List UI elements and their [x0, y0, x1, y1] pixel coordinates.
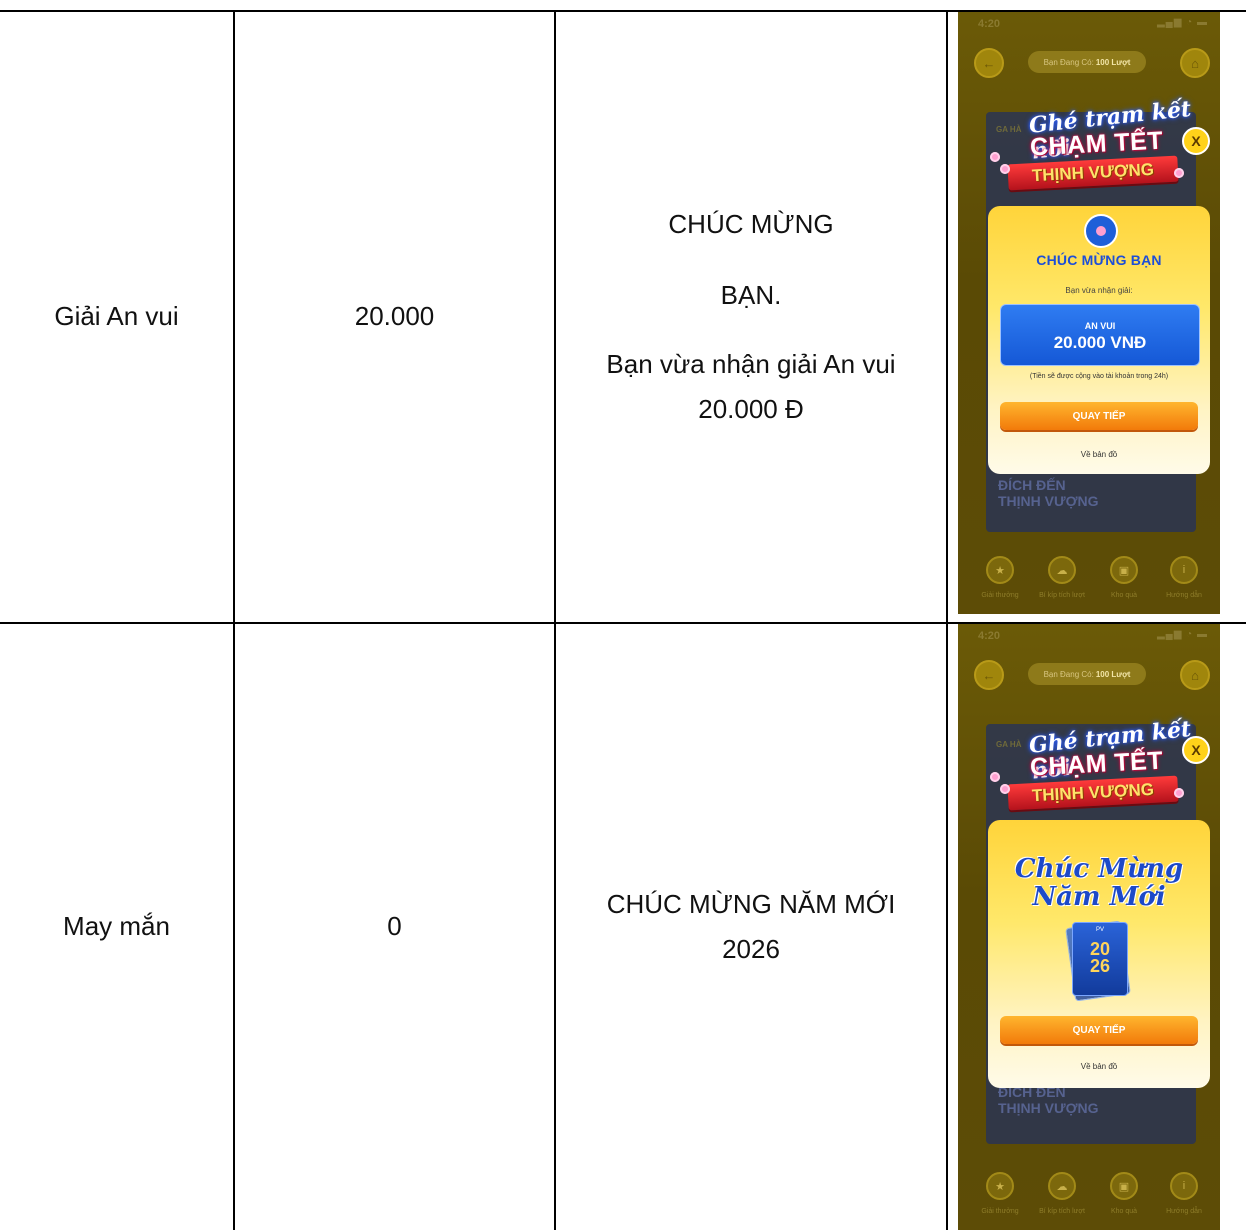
back-to-map-link[interactable]: Về bản đồ [988, 450, 1210, 459]
prize-modal: CHÚC MỪNG BẠN Bạn vừa nhận giải: AN VUI … [988, 206, 1210, 474]
blossom-icon [990, 772, 1000, 782]
turns-counter: Bạn Đang Có: 100 Lượt [1028, 51, 1146, 73]
amount-cell: 20.000 [235, 12, 554, 622]
nav-item-prizes[interactable]: ★ Giải thưởng [970, 1172, 1030, 1215]
back-to-map-link[interactable]: Về bản đồ [988, 1062, 1210, 1071]
nav-item-prizes[interactable]: ★ Giải thưởng [970, 556, 1030, 599]
bottom-nav: ★ Giải thưởng ☁ Bí kíp tích lượt ▣ Kho quà … [958, 552, 1220, 614]
nav-item-gifts[interactable]: ▣ Kho quà [1094, 556, 1154, 599]
message-line: CHÚC MỪNG NĂM MỚI [606, 888, 896, 919]
blossom-icon [990, 152, 1000, 162]
blossom-icon [1174, 788, 1184, 798]
calendar-image: PV 20 26 [1072, 922, 1128, 996]
cloud-icon: ☁ [1048, 1172, 1076, 1200]
status-bar: 4:20 ▂▄▆ ◔ ▬ [958, 624, 1220, 646]
prize-name-cell: May mắn [0, 624, 233, 1230]
home-icon[interactable]: ⌂ [1180, 48, 1210, 78]
message-cell: CHÚC MỪNG BẠN. Bạn vừa nhận giải An vui … [556, 12, 946, 622]
message-cell: CHÚC MỪNG NĂM MỚI 2026 [556, 624, 946, 1230]
phone-screenshot-prize: 4:20 ▂▄▆ ◔ ▬ ← Bạn Đang Có: 100 Lượt ⌂ G… [958, 12, 1220, 614]
blossom-icon [1000, 784, 1010, 794]
nav-item-guide[interactable]: i Hướng dẫn [1154, 1172, 1214, 1215]
spin-again-button[interactable]: QUAY TIẾP [1000, 402, 1198, 430]
nav-label: Kho quà [1110, 1208, 1138, 1215]
turns-value: 100 Lượt [1095, 57, 1131, 67]
message-line: 20.000 Đ [698, 394, 804, 425]
nav-label: Bí kíp tích lượt [1039, 592, 1085, 599]
prize-note: (Tiền sẽ được cộng vào tài khoản trong 2… [1029, 373, 1169, 380]
nav-label: Kho quà [1110, 592, 1138, 599]
prize-amount: 20.000 [354, 301, 435, 332]
modal-subtitle: Bạn vừa nhận giải: [1065, 286, 1133, 295]
info-icon: i [1170, 1172, 1198, 1200]
greeting-modal: Chúc Mừng Năm Mới PV 20 26 QUAY TIẾP Về … [988, 820, 1210, 1088]
top-bar: ← Bạn Đang Có: 100 Lượt ⌂ [958, 660, 1220, 692]
top-bar: ← Bạn Đang Có: 100 Lượt ⌂ [958, 48, 1220, 80]
message-line: BẠN. [720, 279, 782, 310]
close-button[interactable]: X [1182, 127, 1210, 155]
message-line: Bạn vừa nhận giải An vui [606, 349, 896, 379]
signal-icon: ▂▄▆ ◔ ▬ [1156, 629, 1208, 640]
nav-item-tips[interactable]: ☁ Bí kíp tích lượt [1032, 1172, 1092, 1215]
cloud-icon: ☁ [1048, 556, 1076, 584]
turns-prefix: Bạn Đang Có: [1043, 669, 1094, 679]
signal-icon: ▂▄▆ ◔ ▬ [1156, 17, 1208, 28]
nav-item-guide[interactable]: i Hướng dẫn [1154, 556, 1214, 599]
greeting-line: Chúc Mừng [1014, 854, 1184, 884]
calendar-year: 20 26 [1089, 939, 1111, 977]
event-banner: Ghé trạm kết nối CHẠM TẾT THỊNH VƯỢNG [978, 96, 1198, 200]
message-line: 2026 [722, 934, 780, 964]
phone-screenshot-lucky: 4:20 ▂▄▆ ◔ ▬ ← Bạn Đang Có: 100 Lượt ⌂ G… [958, 624, 1220, 1230]
spin-again-button[interactable]: QUAY TIẾP [1000, 1016, 1198, 1044]
nav-label: Hướng dẫn [1166, 592, 1202, 599]
event-banner: Ghé trạm kết nối CHẠM TẾT THỊNH VƯỢNG [978, 716, 1198, 820]
nav-label: Giải thưởng [981, 592, 1019, 599]
turns-prefix: Bạn Đang Có: [1043, 57, 1094, 67]
gift-icon: ▣ [1110, 556, 1138, 584]
nav-label: Giải thưởng [981, 1208, 1019, 1215]
gift-icon: ▣ [1110, 1172, 1138, 1200]
trophy-icon: ★ [986, 556, 1014, 584]
nav-label: Bí kíp tích lượt [1039, 1208, 1085, 1215]
prize-amount: 0 [387, 911, 402, 942]
turns-value: 100 Lượt [1095, 669, 1131, 679]
close-button[interactable]: X [1182, 736, 1210, 764]
greeting-line: Năm Mới [1032, 882, 1166, 912]
trophy-icon: ★ [986, 1172, 1014, 1200]
home-icon[interactable]: ⌂ [1180, 660, 1210, 690]
prize-label: AN VUI [1084, 321, 1116, 331]
info-icon: i [1170, 556, 1198, 584]
prize-box: AN VUI 20.000 VNĐ [1000, 304, 1200, 366]
nav-item-tips[interactable]: ☁ Bí kíp tích lượt [1032, 556, 1092, 599]
modal-title: CHÚC MỪNG BẠN [1036, 252, 1162, 268]
message-line: CHÚC MỪNG [668, 208, 834, 239]
back-icon[interactable]: ← [974, 48, 1004, 78]
turns-counter: Bạn Đang Có: 100 Lượt [1028, 663, 1146, 685]
col-divider [946, 10, 948, 1230]
status-time: 4:20 [978, 18, 1001, 30]
prize-value: 20.000 VNĐ [1053, 333, 1147, 352]
back-icon[interactable]: ← [974, 660, 1004, 690]
blossom-icon [1000, 164, 1010, 174]
background-heading: ĐÍCH ĐẾN THỊNH VƯỢNG [998, 477, 1099, 510]
amount-cell: 0 [235, 624, 554, 1230]
background-heading: ĐÍCH ĐẾN THỊNH VƯỢNG [998, 1084, 1099, 1117]
status-time: 4:20 [978, 630, 1001, 642]
nav-label: Hướng dẫn [1166, 1208, 1202, 1215]
blossom-avatar-icon [1084, 214, 1118, 248]
status-bar: 4:20 ▂▄▆ ◔ ▬ [958, 12, 1220, 34]
bottom-nav: ★ Giải thưởng ☁ Bí kíp tích lượt ▣ Kho quà … [958, 1168, 1220, 1230]
blossom-icon [1174, 168, 1184, 178]
prize-name: Giải An vui [54, 301, 179, 332]
nav-item-gifts[interactable]: ▣ Kho quà [1094, 1172, 1154, 1215]
prize-name-cell: Giải An vui [0, 12, 233, 622]
calendar-brand: PV [1095, 927, 1104, 933]
prize-name: May mắn [63, 911, 170, 942]
